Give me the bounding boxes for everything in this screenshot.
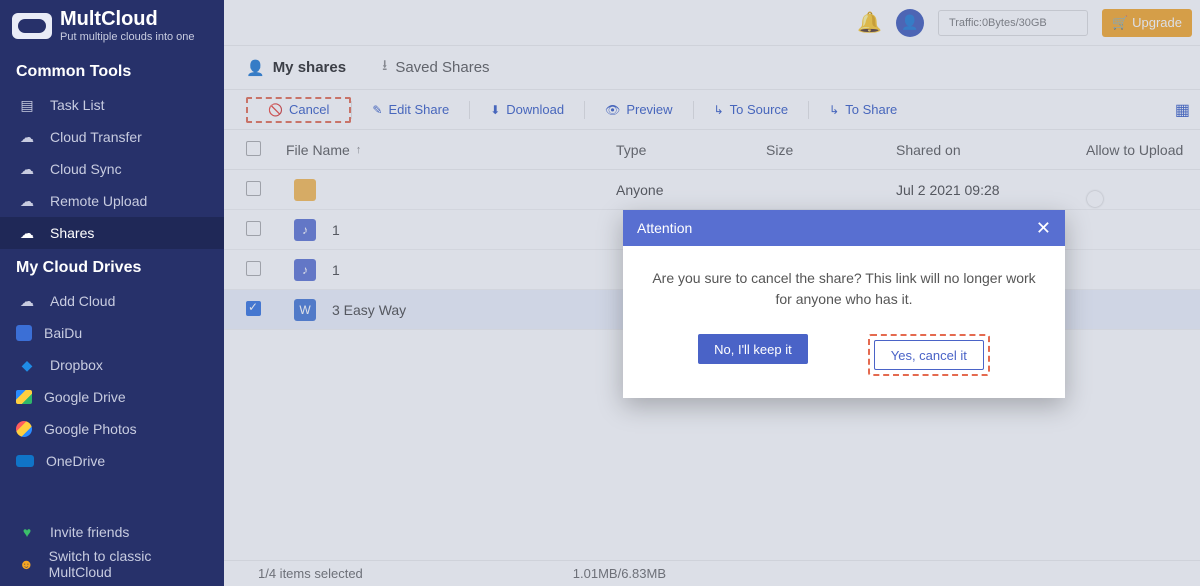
sidebar-item-google-drive[interactable]: Google Drive: [0, 381, 224, 413]
sidebar-item-label: Task List: [50, 97, 104, 113]
list-icon: ▤: [16, 97, 38, 114]
google-drive-icon: [16, 390, 32, 404]
sidebar-item-label: Remote Upload: [50, 193, 147, 209]
brand-logo-icon: [12, 13, 52, 39]
sidebar-item-dropbox[interactable]: ◆ Dropbox: [0, 349, 224, 381]
sidebar-item-label: Invite friends: [50, 524, 129, 540]
onedrive-icon: [16, 455, 34, 467]
upload-icon: ☁: [16, 193, 38, 210]
sidebar-item-google-photos[interactable]: Google Photos: [0, 413, 224, 445]
baidu-icon: [16, 325, 32, 341]
google-photos-icon: [16, 421, 32, 437]
modal-message: Are you sure to cancel the share? This l…: [623, 246, 1065, 324]
sidebar-section-drives: My Cloud Drives: [0, 249, 224, 285]
sidebar-item-cloud-transfer[interactable]: ☁ Cloud Transfer: [0, 121, 224, 153]
attention-modal: Attention ✕ Are you sure to cancel the s…: [623, 210, 1065, 398]
gift-icon: ♥: [16, 524, 38, 540]
sidebar-item-shares[interactable]: ☁ Shares: [0, 217, 224, 249]
sidebar-item-remote-upload[interactable]: ☁ Remote Upload: [0, 185, 224, 217]
brand: MultCloud Put multiple clouds into one: [0, 0, 224, 53]
sidebar-item-baidu[interactable]: BaiDu: [0, 317, 224, 349]
sidebar-item-label: Dropbox: [50, 357, 103, 373]
switch-icon: ☻: [16, 556, 37, 572]
sidebar-item-label: Switch to classic MultCloud: [49, 548, 208, 580]
brand-title: MultCloud: [60, 8, 195, 31]
share-icon: ☁: [16, 225, 38, 242]
modal-title: Attention: [637, 220, 692, 236]
yes-cancel-button[interactable]: Yes, cancel it: [874, 340, 984, 370]
dropbox-icon: ◆: [16, 357, 38, 374]
sidebar-item-label: Shares: [50, 225, 94, 241]
cloud-icon: ☁: [16, 129, 38, 146]
sidebar-item-label: OneDrive: [46, 453, 105, 469]
sidebar-section-common-tools: Common Tools: [0, 53, 224, 89]
sidebar-item-task-list[interactable]: ▤ Task List: [0, 89, 224, 121]
close-icon[interactable]: ✕: [1036, 218, 1051, 239]
sidebar-item-onedrive[interactable]: OneDrive: [0, 445, 224, 477]
sidebar-item-label: Google Drive: [44, 389, 126, 405]
plus-cloud-icon: ☁: [16, 293, 38, 310]
sidebar-item-label: BaiDu: [44, 325, 82, 341]
sync-icon: ☁: [16, 161, 38, 178]
sidebar: MultCloud Put multiple clouds into one C…: [0, 0, 224, 586]
sidebar-item-label: Add Cloud: [50, 293, 115, 309]
sidebar-item-label: Google Photos: [44, 421, 137, 437]
modal-actions: No, I'll keep it Yes, cancel it: [623, 324, 1065, 398]
sidebar-item-cloud-sync[interactable]: ☁ Cloud Sync: [0, 153, 224, 185]
sidebar-item-label: Cloud Transfer: [50, 129, 142, 145]
sidebar-item-invite[interactable]: ♥ Invite friends: [0, 516, 224, 548]
brand-tagline: Put multiple clouds into one: [60, 31, 195, 43]
yes-highlight-box: Yes, cancel it: [868, 334, 990, 376]
no-keep-button[interactable]: No, I'll keep it: [698, 334, 808, 364]
sidebar-item-switch-classic[interactable]: ☻ Switch to classic MultCloud: [0, 548, 224, 580]
main-panel: 🔔 👤 Traffic:0Bytes/30GB 🛒 Upgrade 👤 My s…: [224, 0, 1200, 586]
sidebar-item-label: Cloud Sync: [50, 161, 122, 177]
sidebar-item-add-cloud[interactable]: ☁ Add Cloud: [0, 285, 224, 317]
modal-header: Attention ✕: [623, 210, 1065, 246]
